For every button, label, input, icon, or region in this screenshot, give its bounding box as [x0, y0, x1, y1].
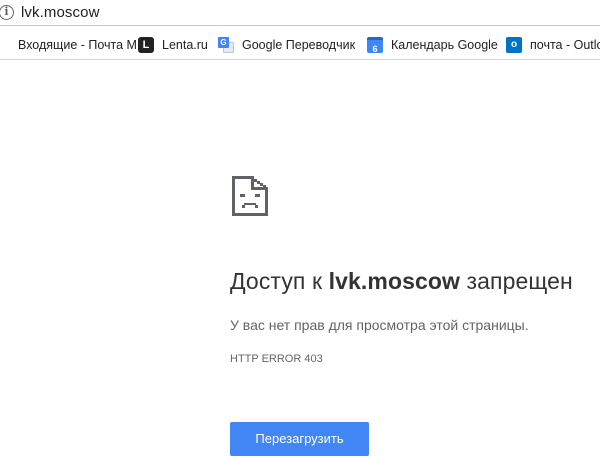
browser-window: i lvk.moscow Входящие - Почта М L Lenta.… [0, 0, 600, 474]
inbox-icon [0, 37, 10, 53]
bookmark-label: почта - Outlo [530, 38, 600, 52]
sad-page-icon [232, 176, 268, 216]
bookmark-google-calendar[interactable]: 6 Календарь Google [367, 35, 498, 55]
bookmark-inbox[interactable]: Входящие - Почта М [0, 35, 136, 55]
address-bar[interactable]: i lvk.moscow [0, 0, 600, 26]
error-description: У вас нет прав для просмотра этой страни… [230, 317, 529, 333]
error-title-host: lvk.moscow [328, 268, 461, 294]
bookmark-label: Входящие - Почта М [18, 38, 136, 52]
google-translate-icon: G [218, 37, 234, 53]
address-bar-row: i lvk.moscow [0, 0, 600, 28]
site-info-icon[interactable]: i [0, 5, 14, 20]
bookmark-lenta[interactable]: L Lenta.ru [138, 35, 208, 55]
error-code: HTTP ERROR 403 [230, 353, 323, 365]
lenta-icon: L [138, 37, 154, 53]
error-title: Доступ к lvk.moscow запрещен [230, 268, 573, 295]
url-text[interactable]: lvk.moscow [21, 4, 100, 21]
error-title-prefix: Доступ к [230, 268, 329, 294]
bookmark-outlook[interactable]: o почта - Outlo [506, 35, 600, 55]
google-calendar-icon: 6 [367, 37, 383, 54]
bookmark-label: Google Переводчик [242, 38, 356, 52]
bookmark-label: Lenta.ru [162, 38, 208, 52]
bookmark-label: Календарь Google [391, 38, 498, 52]
outlook-icon: o [506, 37, 522, 53]
bookmarks-bar: Входящие - Почта М L Lenta.ru G Google П… [0, 30, 600, 60]
bookmark-google-translate[interactable]: G Google Переводчик [218, 35, 355, 55]
error-title-suffix: запрещен [460, 268, 573, 294]
reload-button[interactable]: Перезагрузить [230, 422, 369, 456]
